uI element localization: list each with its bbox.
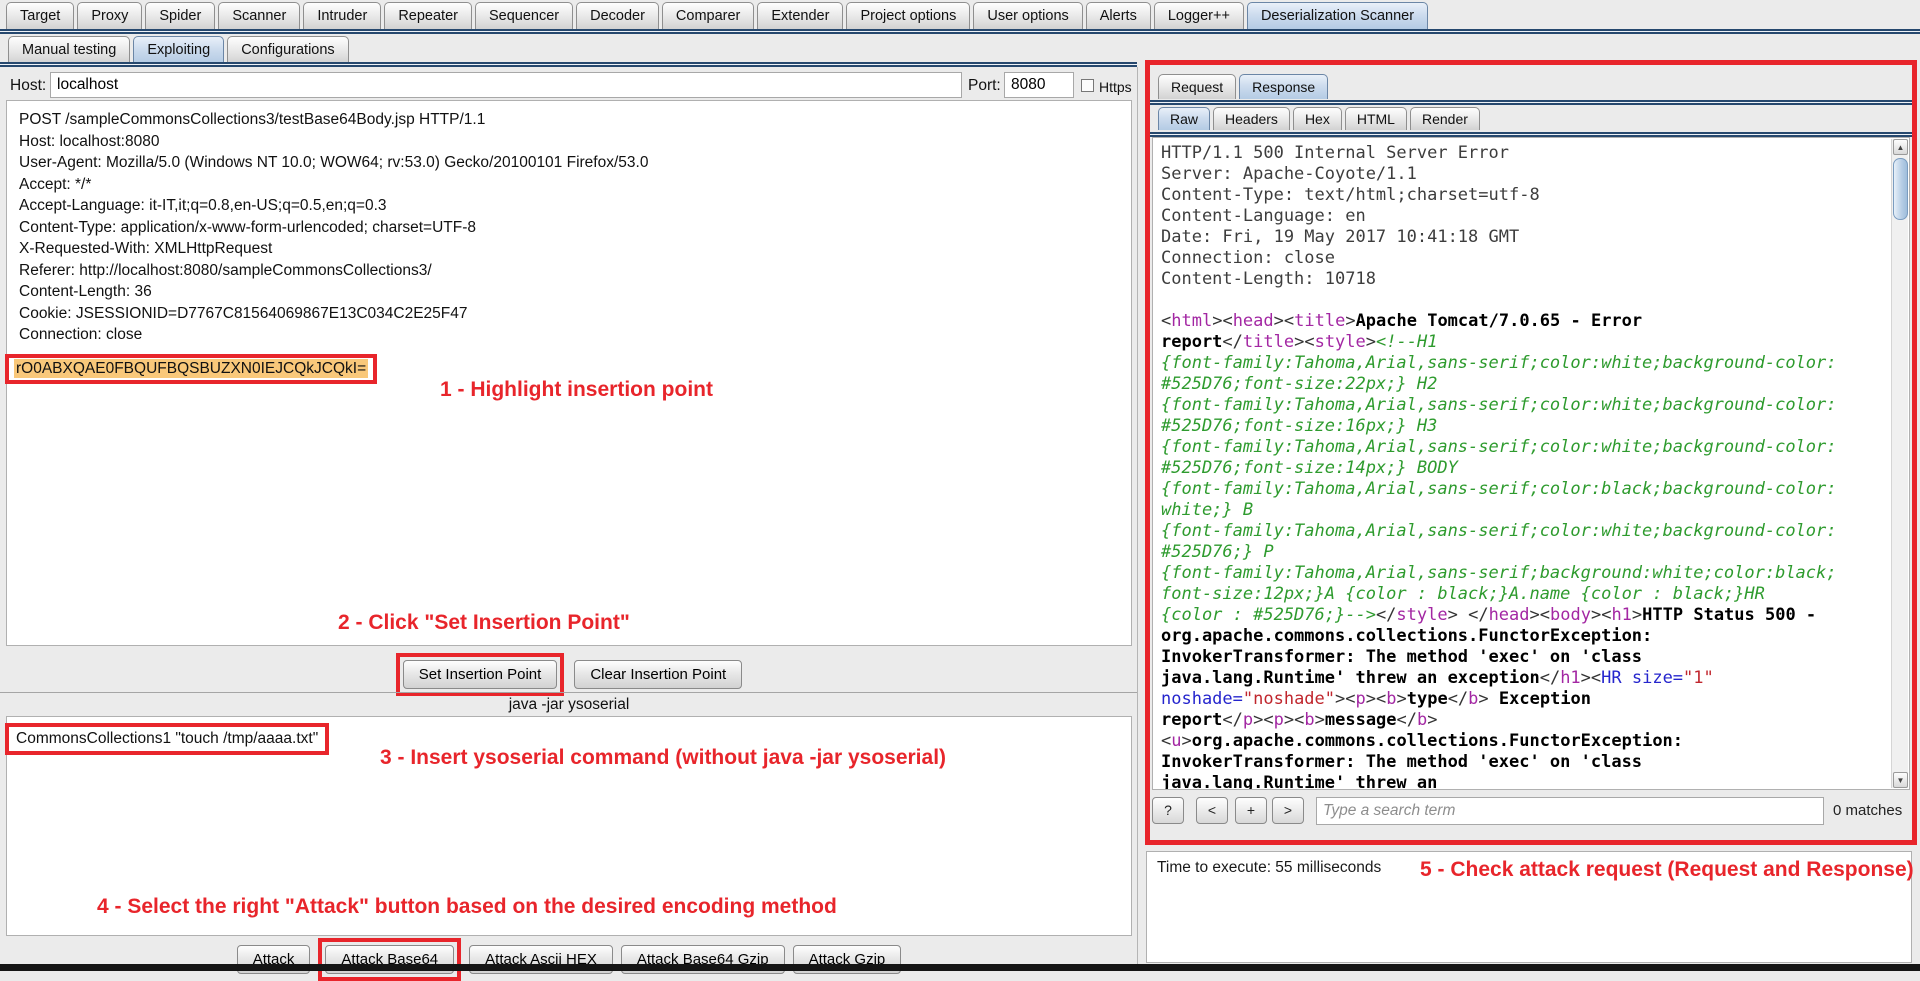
tab-proxy[interactable]: Proxy	[77, 2, 142, 29]
tab-render[interactable]: Render	[1410, 107, 1480, 130]
subtab-exploiting[interactable]: Exploiting	[133, 36, 224, 63]
response-viewer[interactable]: HTTP/1.1 500 Internal Server ErrorServer…	[1152, 137, 1910, 790]
annotation-step3: 3 - Insert ysoserial command (without ja…	[380, 746, 946, 770]
tab-extender[interactable]: Extender	[757, 2, 843, 29]
tab-raw[interactable]: Raw	[1158, 107, 1210, 130]
tab-alerts[interactable]: Alerts	[1086, 2, 1151, 29]
clear-insertion-point-button[interactable]: Clear Insertion Point	[574, 660, 742, 689]
view-tab-bar: Raw Headers Hex HTML Render	[1158, 107, 1483, 130]
subtab-configurations[interactable]: Configurations	[227, 36, 349, 63]
tab-headers[interactable]: Headers	[1213, 107, 1290, 130]
search-add-button[interactable]: +	[1235, 797, 1267, 824]
tab-hex[interactable]: Hex	[1293, 107, 1342, 130]
main-tab-separator	[0, 29, 1920, 34]
tab-sequencer[interactable]: Sequencer	[475, 2, 573, 29]
annotation-step4: 4 - Select the right "Attack" button bas…	[97, 895, 837, 919]
main-tab-bar: Target Proxy Spider Scanner Intruder Rep…	[6, 2, 1431, 29]
response-scrollbar[interactable]: ▲ ▼	[1891, 139, 1908, 788]
annotation-step1: 1 - Highlight insertion point	[440, 378, 713, 402]
scrollbar-thumb[interactable]	[1893, 158, 1908, 220]
request-editor[interactable]: POST /sampleCommonsCollections3/testBase…	[6, 100, 1132, 646]
annotation-box-attack-base64: Attack Base64	[318, 938, 461, 981]
message-tab-separator	[1150, 100, 1912, 105]
response-raw-text: HTTP/1.1 500 Internal Server ErrorServer…	[1153, 138, 1909, 790]
search-help-button[interactable]: ?	[1152, 797, 1184, 824]
search-input[interactable]	[1316, 797, 1824, 825]
scroll-down-icon[interactable]: ▼	[1893, 772, 1908, 788]
https-label: Https	[1099, 79, 1132, 95]
time-to-execute-text: Time to execute: 55 milliseconds	[1157, 859, 1381, 877]
annotation-box-set-insertion: Set Insertion Point	[396, 653, 565, 696]
tab-scanner[interactable]: Scanner	[218, 2, 300, 29]
ysoserial-section-label: java -jar ysoserial	[6, 696, 1132, 714]
search-matches-count: 0 matches	[1833, 802, 1902, 819]
tab-project-options[interactable]: Project options	[846, 2, 970, 29]
host-input[interactable]	[50, 72, 962, 98]
scroll-up-icon[interactable]: ▲	[1893, 139, 1908, 155]
annotation-step5: 5 - Check attack request (Request and Re…	[1420, 858, 1914, 882]
tab-spider[interactable]: Spider	[145, 2, 215, 29]
tab-deserialization-scanner[interactable]: Deserialization Scanner	[1247, 2, 1428, 29]
host-label: Host:	[10, 77, 46, 95]
insertion-point-highlight[interactable]: rO0ABXQAE0FBQUFBQSBUZXN0IEJCQkJCQkI=	[14, 359, 368, 378]
tab-logger[interactable]: Logger++	[1154, 2, 1244, 29]
tab-decoder[interactable]: Decoder	[576, 2, 659, 29]
panel-divider	[1137, 67, 1138, 964]
set-insertion-point-button[interactable]: Set Insertion Point	[403, 660, 558, 689]
annotation-box-insertion-point: rO0ABXQAE0FBQUFBQSBUZXN0IEJCQkJCQkI=	[5, 354, 377, 384]
port-input[interactable]	[1004, 72, 1074, 98]
bottom-bar	[0, 964, 1920, 971]
search-prev-button[interactable]: <	[1196, 797, 1228, 824]
attack-button-row: Attack Attack Base64 Attack Ascii HEX At…	[6, 938, 1132, 981]
tab-repeater[interactable]: Repeater	[384, 2, 472, 29]
search-next-button[interactable]: >	[1272, 797, 1304, 824]
tab-target[interactable]: Target	[6, 2, 74, 29]
annotation-box-command: CommonsCollections1 "touch /tmp/aaaa.txt…	[5, 723, 329, 755]
sub-tab-separator	[0, 62, 1137, 67]
tab-html[interactable]: HTML	[1345, 107, 1407, 130]
https-checkbox[interactable]	[1081, 79, 1094, 92]
section-divider	[0, 692, 1137, 693]
sub-tab-bar: Manual testing Exploiting Configurations	[8, 36, 352, 63]
request-headers: POST /sampleCommonsCollections3/testBase…	[7, 101, 1131, 346]
tab-user-options[interactable]: User options	[973, 2, 1082, 29]
tab-request-view[interactable]: Request	[1158, 74, 1236, 99]
port-label: Port:	[968, 77, 1001, 95]
insertion-button-row: Set Insertion Point Clear Insertion Poin…	[6, 653, 1132, 696]
message-tab-bar: Request Response	[1158, 74, 1331, 99]
subtab-manual-testing[interactable]: Manual testing	[8, 36, 130, 63]
tab-comparer[interactable]: Comparer	[662, 2, 754, 29]
ysoserial-command-text[interactable]: CommonsCollections1 "touch /tmp/aaaa.txt…	[16, 730, 318, 747]
annotation-step2: 2 - Click "Set Insertion Point"	[338, 611, 630, 635]
tab-response-view[interactable]: Response	[1239, 74, 1328, 99]
tab-intruder[interactable]: Intruder	[303, 2, 381, 29]
